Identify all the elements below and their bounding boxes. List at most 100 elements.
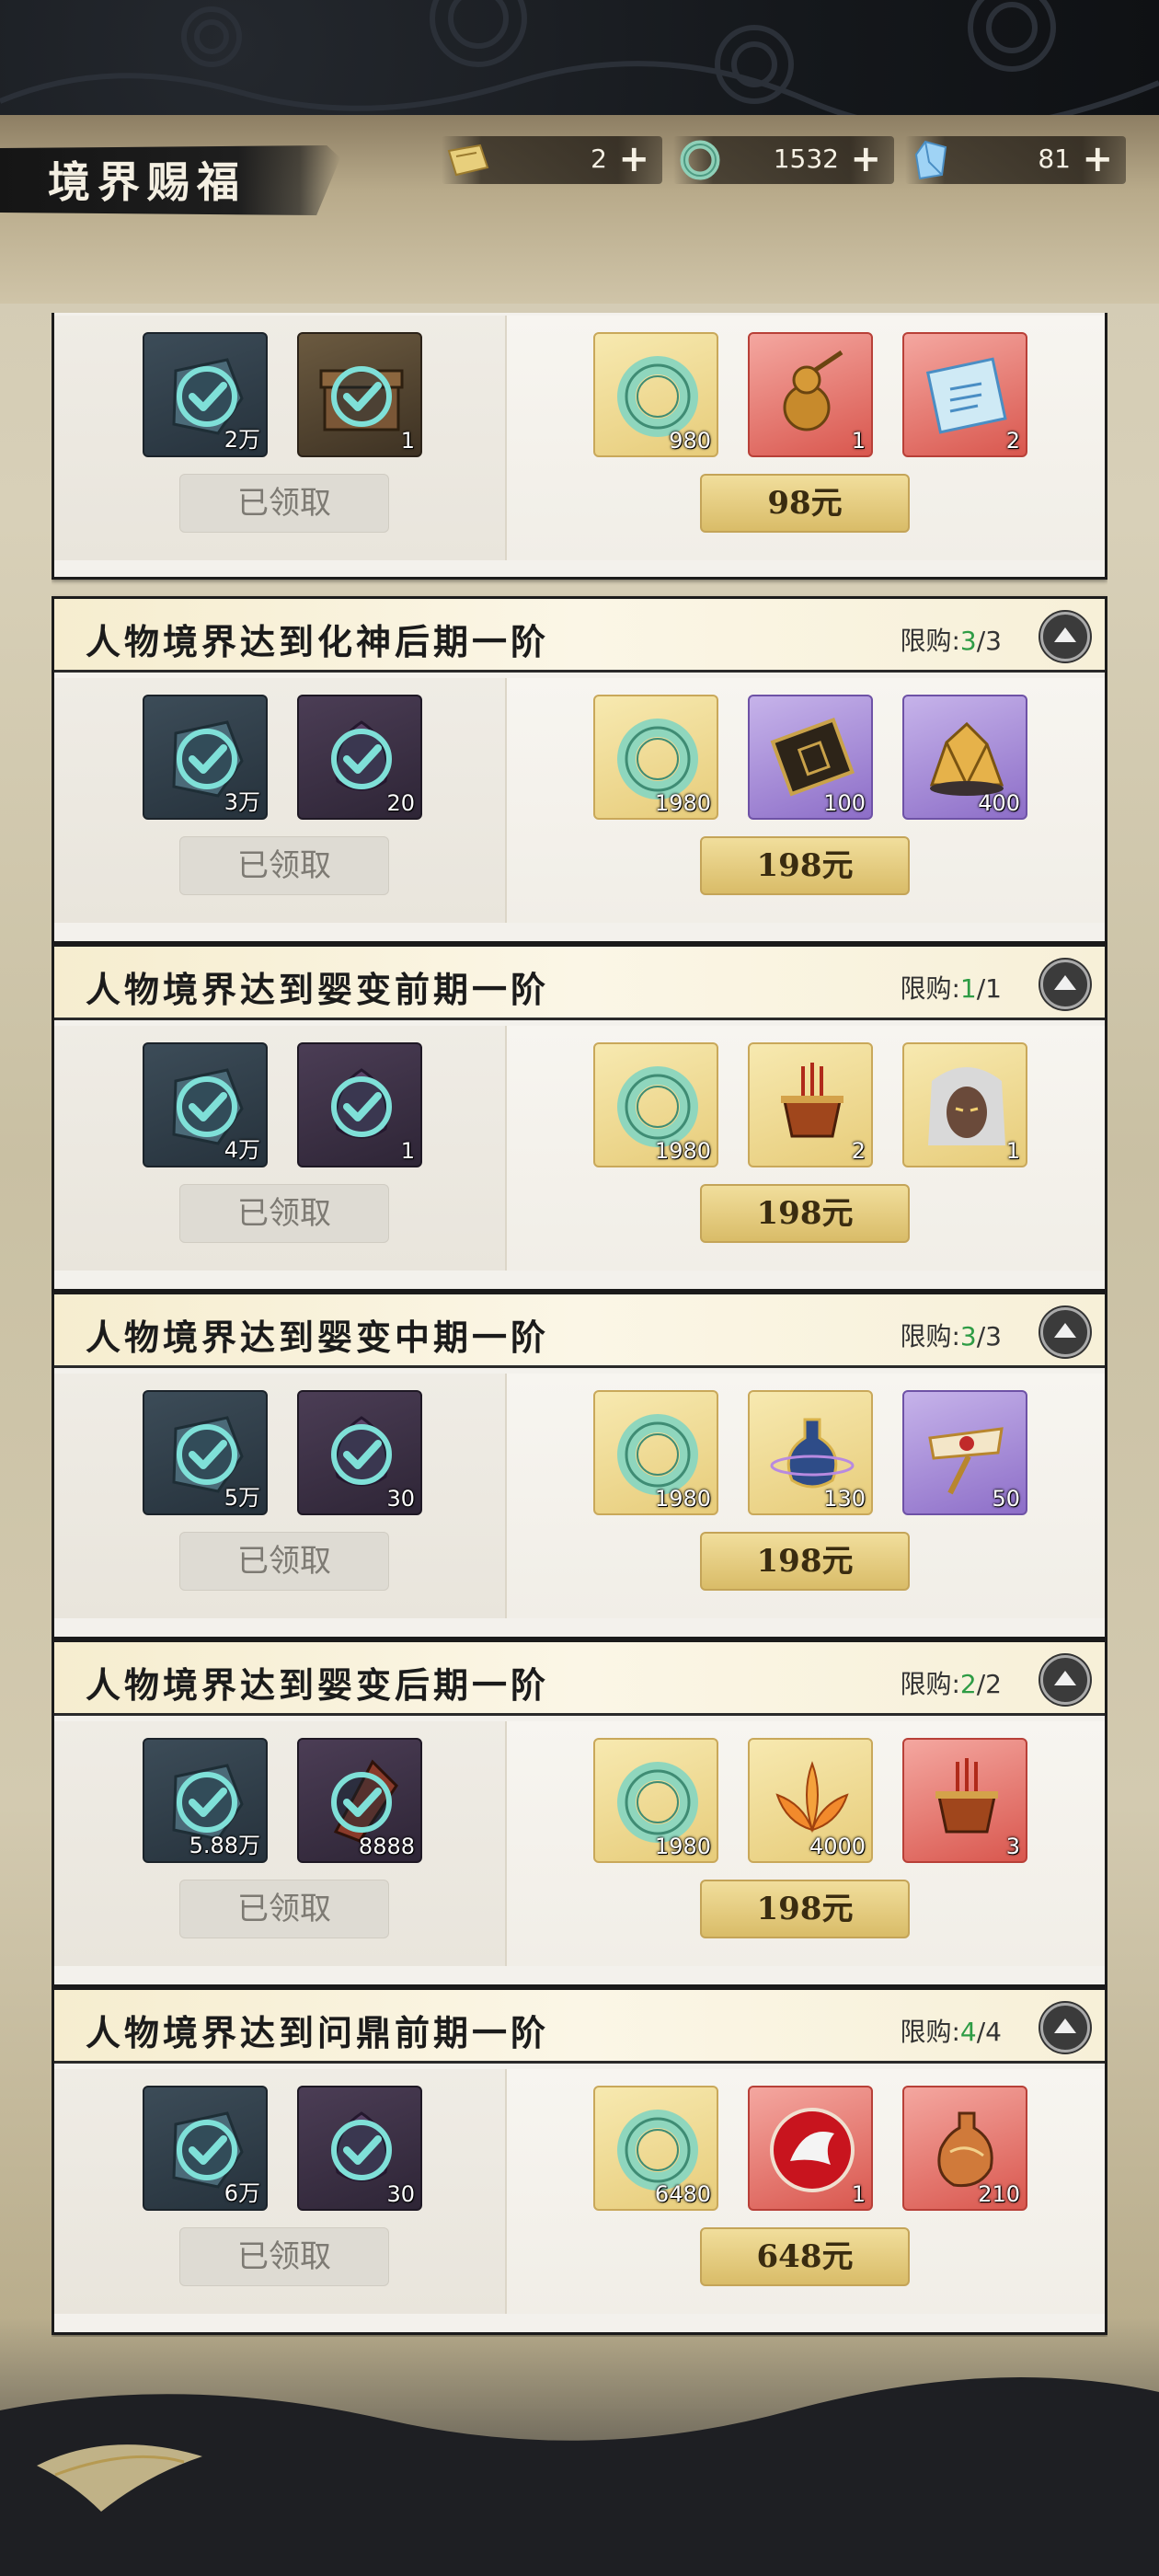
free-reward-item[interactable]: 1 xyxy=(297,332,422,457)
check-icon xyxy=(331,366,392,427)
add-ticket-button[interactable]: + xyxy=(618,138,649,180)
free-reward-item[interactable]: 20 xyxy=(297,695,422,820)
item-quantity: 30 xyxy=(386,1486,415,1512)
free-reward-item[interactable]: 5.88万 xyxy=(143,1738,268,1863)
paid-reward-item[interactable]: 1980 xyxy=(593,1042,718,1167)
item-quantity: 20 xyxy=(386,790,415,816)
card-body: 6万 30 已领取 6480 1 210 648元 xyxy=(54,2069,1105,2314)
character-portrait-icon xyxy=(928,1067,1005,1145)
check-icon xyxy=(331,1772,392,1833)
card-title: 人物境界达到婴变前期一阶 xyxy=(86,969,550,1010)
incense-burner-icon xyxy=(781,1063,843,1138)
limit-current: 4 xyxy=(959,2017,977,2047)
collapse-button[interactable] xyxy=(1040,960,1090,1009)
limit-total: /2 xyxy=(976,1669,1002,1699)
item-quantity: 30 xyxy=(386,2181,415,2207)
paid-reward-item[interactable]: 1 xyxy=(748,2086,873,2211)
buy-price-button[interactable]: 198元 xyxy=(700,1880,910,1938)
paid-reward-item[interactable]: 50 xyxy=(902,1390,1027,1515)
claimed-button[interactable]: 已领取 xyxy=(179,2227,389,2286)
check-icon xyxy=(331,2120,392,2180)
paid-reward-item[interactable]: 1 xyxy=(748,332,873,457)
free-reward-pane: 3万 20 已领取 xyxy=(54,678,505,923)
item-quantity: 1980 xyxy=(654,1834,711,1859)
paid-reward-item[interactable]: 400 xyxy=(902,695,1027,820)
free-reward-item[interactable]: 4万 xyxy=(143,1042,268,1167)
card-title: 人物境界达到婴变中期一阶 xyxy=(86,1317,550,1358)
card-header: 人物境界达到婴变前期一阶 限购:1/1 xyxy=(54,947,1105,1020)
free-reward-pane: 4万 1 已领取 xyxy=(54,1026,505,1271)
paid-reward-item[interactable]: 1 xyxy=(902,1042,1027,1167)
claimed-button[interactable]: 已领取 xyxy=(179,1532,389,1591)
paid-reward-item[interactable]: 3 xyxy=(902,1738,1027,1863)
paid-reward-pane: 980 1 2 98元 xyxy=(505,316,1105,560)
claimed-button[interactable]: 已领取 xyxy=(179,474,389,533)
cloud-pattern-decoration xyxy=(0,0,1159,115)
free-reward-item[interactable]: 1 xyxy=(297,1042,422,1167)
paid-reward-item[interactable]: 130 xyxy=(748,1390,873,1515)
currency-jade: 1532 + xyxy=(673,136,894,184)
free-reward-item[interactable]: 8888 xyxy=(297,1738,422,1863)
free-reward-item[interactable]: 30 xyxy=(297,1390,422,1515)
white-dragon-badge-icon xyxy=(770,2108,855,2192)
spirit-crystal-icon xyxy=(914,140,947,180)
free-reward-item[interactable]: 5万 xyxy=(143,1390,268,1515)
purchase-limit: 限购:3/3 xyxy=(900,621,1002,658)
paid-reward-item[interactable]: 980 xyxy=(593,332,718,457)
paid-reward-item[interactable]: 1980 xyxy=(593,1390,718,1515)
item-quantity: 1 xyxy=(400,428,415,454)
paid-reward-item[interactable]: 6480 xyxy=(593,2086,718,2211)
item-quantity: 3 xyxy=(1005,1834,1020,1859)
paid-reward-item[interactable]: 2 xyxy=(902,332,1027,457)
add-jade-button[interactable]: + xyxy=(850,138,881,180)
paid-reward-pane: 1980 2 1 198元 xyxy=(505,1026,1105,1271)
item-quantity: 4000 xyxy=(809,1834,866,1859)
item-quantity: 130 xyxy=(823,1486,866,1512)
card-header: 人物境界达到问鼎前期一阶 限购:4/4 xyxy=(54,1990,1105,2064)
item-quantity: 8888 xyxy=(358,1834,415,1859)
claimed-button[interactable]: 已领取 xyxy=(179,1880,389,1938)
item-quantity: 980 xyxy=(669,428,711,454)
reward-list[interactable]: 2万 1 已领取 980 1 2 98元 人物境界达到化神后期一阶 限购:3/3 3万 20… xyxy=(52,313,1107,2337)
check-icon xyxy=(331,1424,392,1485)
card-header: 人物境界达到婴变中期一阶 限购:3/3 xyxy=(54,1294,1105,1368)
buy-price-button[interactable]: 198元 xyxy=(700,836,910,895)
collapse-button[interactable] xyxy=(1040,612,1090,661)
buy-price-button[interactable]: 648元 xyxy=(700,2227,910,2286)
item-quantity: 1 xyxy=(1005,1138,1020,1164)
free-reward-item[interactable]: 6万 xyxy=(143,2086,268,2211)
item-quantity: 1980 xyxy=(654,1486,711,1512)
card-header: 人物境界达到婴变后期一阶 限购:2/2 xyxy=(54,1642,1105,1716)
purchase-limit: 限购:1/1 xyxy=(900,969,1002,1006)
purchase-limit: 限购:3/3 xyxy=(900,1317,1002,1353)
page-title: 境界赐福 xyxy=(48,157,247,207)
item-quantity: 400 xyxy=(978,790,1020,816)
paid-reward-pane: 6480 1 210 648元 xyxy=(505,2069,1105,2314)
paid-reward-pane: 1980 100 400 198元 xyxy=(505,678,1105,923)
free-reward-item[interactable]: 2万 xyxy=(143,332,268,457)
paid-reward-item[interactable]: 1980 xyxy=(593,1738,718,1863)
add-crystal-button[interactable]: + xyxy=(1082,138,1113,180)
collapse-button[interactable] xyxy=(1040,1307,1090,1357)
item-quantity: 5万 xyxy=(224,1485,260,1511)
scroll-icon xyxy=(925,357,1007,434)
buy-price-button[interactable]: 98元 xyxy=(700,474,910,533)
paid-reward-item[interactable]: 4000 xyxy=(748,1738,873,1863)
free-reward-item[interactable]: 30 xyxy=(297,2086,422,2211)
paid-reward-item[interactable]: 1980 xyxy=(593,695,718,820)
collapse-button[interactable] xyxy=(1040,2003,1090,2053)
buy-price-button[interactable]: 198元 xyxy=(700,1532,910,1591)
collapse-button[interactable] xyxy=(1040,1655,1090,1705)
paid-reward-item[interactable]: 100 xyxy=(748,695,873,820)
purchase-limit: 限购:4/4 xyxy=(900,2012,1002,2049)
paid-reward-item[interactable]: 2 xyxy=(748,1042,873,1167)
jade-ring-icon xyxy=(680,140,720,180)
limit-label: 限购: xyxy=(900,973,960,1004)
free-reward-item[interactable]: 3万 xyxy=(143,695,268,820)
item-quantity: 5.88万 xyxy=(189,1833,260,1858)
limit-total: /4 xyxy=(976,2017,1002,2047)
paid-reward-item[interactable]: 210 xyxy=(902,2086,1027,2211)
buy-price-button[interactable]: 198元 xyxy=(700,1184,910,1243)
claimed-button[interactable]: 已领取 xyxy=(179,1184,389,1243)
claimed-button[interactable]: 已领取 xyxy=(179,836,389,895)
